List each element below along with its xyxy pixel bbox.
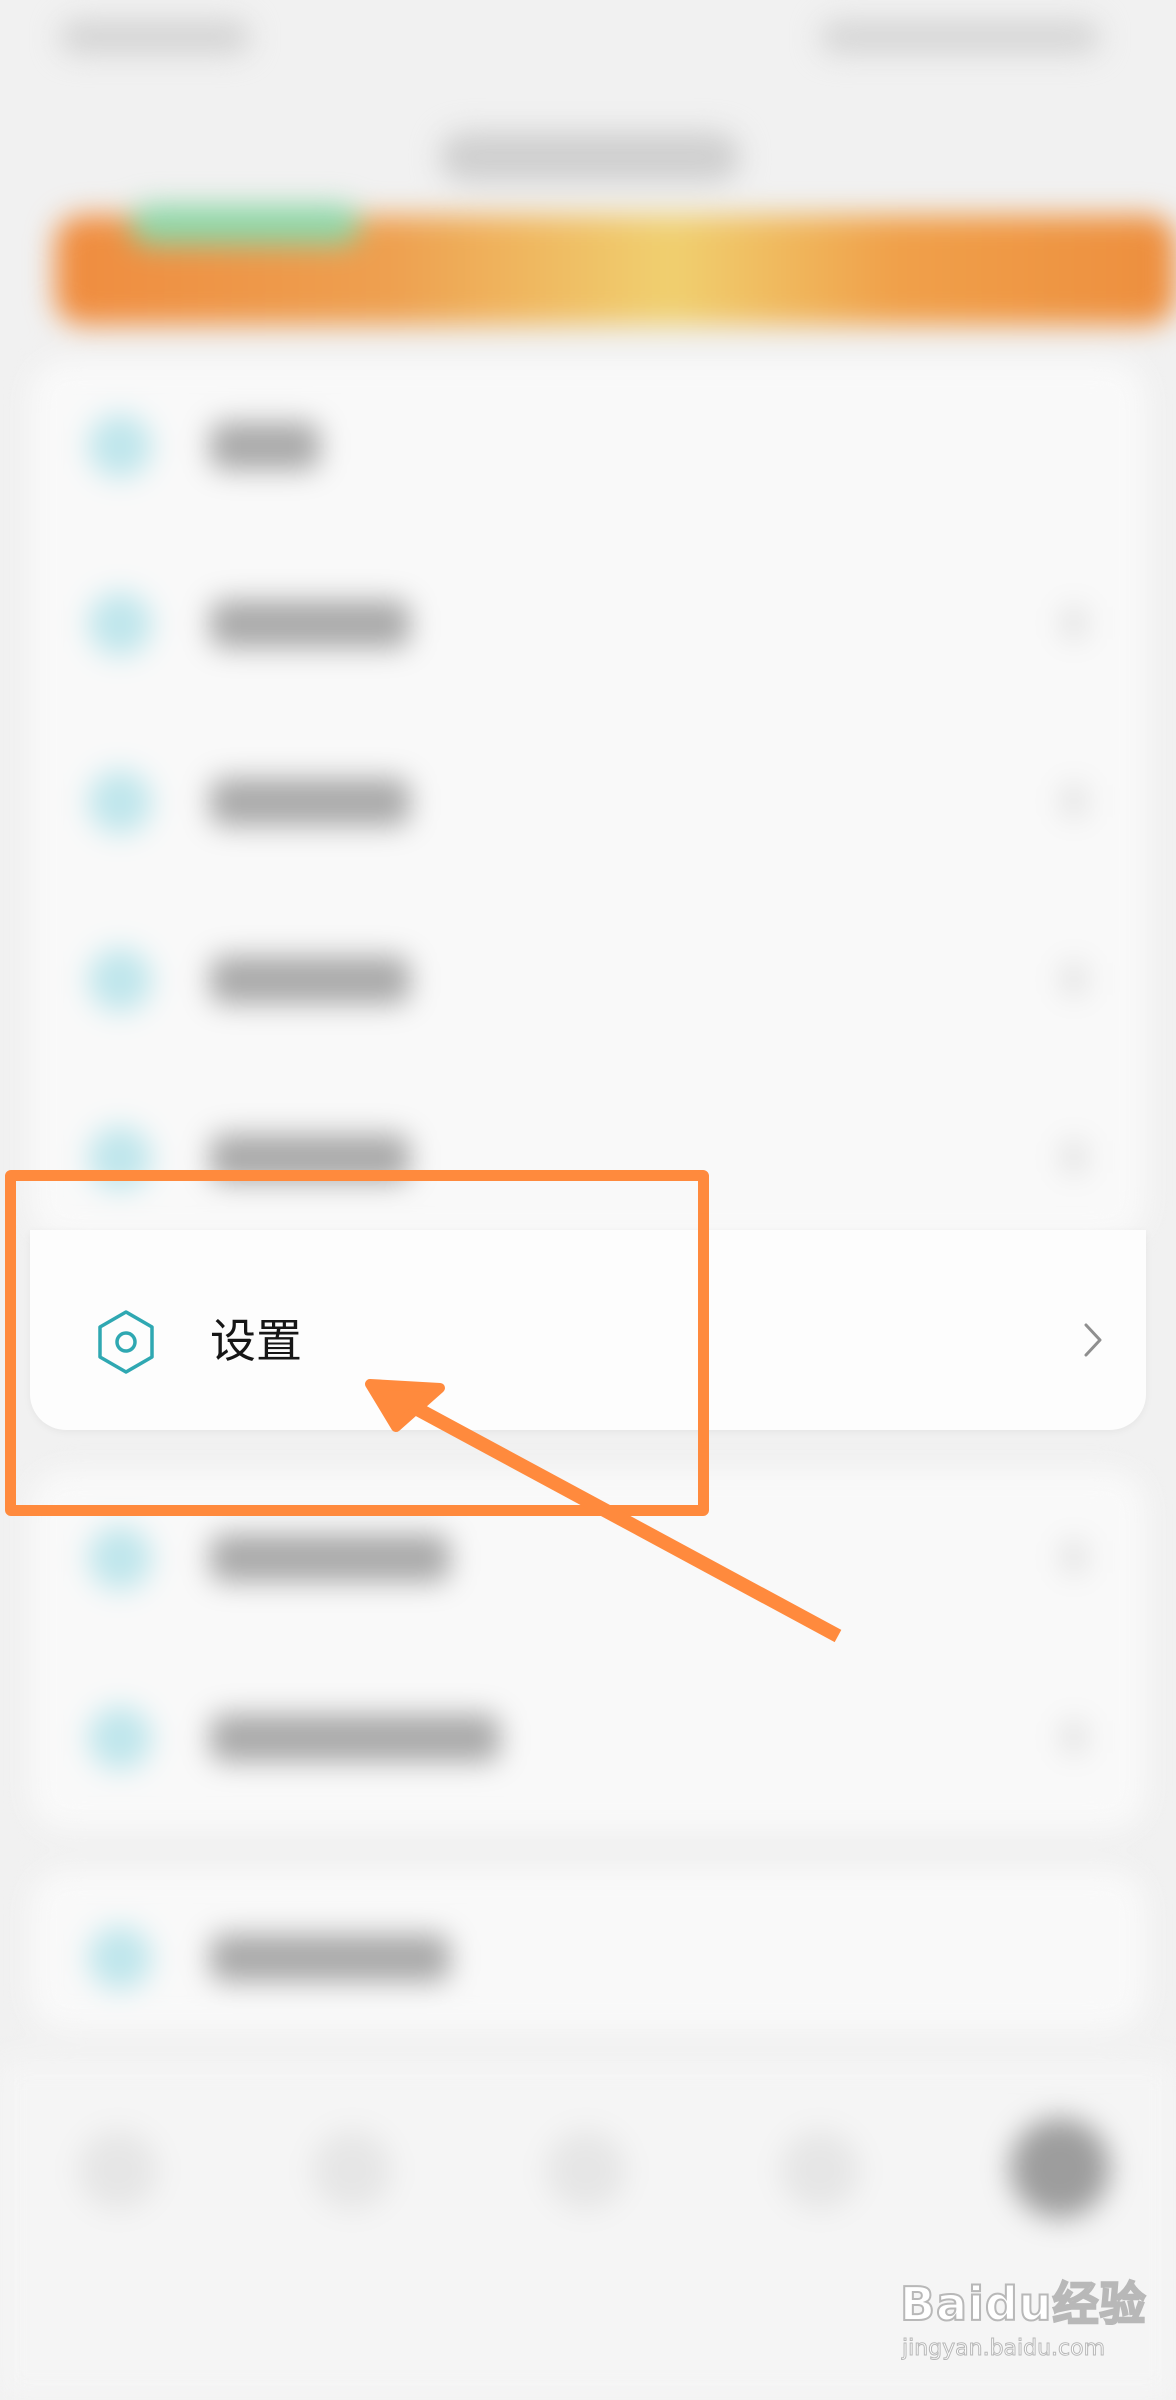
menu-row-blurred [30, 912, 1146, 1032]
menu-row-chevron [1062, 784, 1086, 818]
menu-row-blurred [30, 1890, 1146, 2010]
menu-row-icon [88, 770, 152, 834]
menu-row-label-blurred [210, 600, 410, 648]
annotation-highlight-box [5, 1170, 709, 1516]
menu-row-chevron [1062, 1720, 1086, 1754]
banner-accent [130, 205, 360, 245]
menu-row-icon [88, 1706, 152, 1770]
menu-row-icon [88, 414, 152, 478]
watermark-logo: Baidu经验 [899, 2276, 1147, 2332]
page-title-blurred [440, 132, 740, 182]
menu-row-chevron [1062, 962, 1086, 996]
menu-row-chevron [1062, 1540, 1086, 1574]
nav-tab-icon [78, 2130, 158, 2210]
menu-row-blurred [30, 556, 1146, 676]
menu-card-bottom [30, 1870, 1146, 2030]
menu-row-chevron [1062, 606, 1086, 640]
status-bar-left [60, 20, 250, 54]
menu-row-icon [88, 1926, 152, 1990]
menu-row-label-blurred [210, 778, 410, 826]
menu-row-blurred [30, 1670, 1146, 1790]
menu-row-icon [88, 948, 152, 1012]
nav-tab-icon [546, 2130, 626, 2210]
menu-row-label-blurred [210, 956, 410, 1004]
status-bar-right [820, 20, 1100, 54]
menu-row-label-blurred [210, 422, 320, 470]
nav-tab-icon [312, 2130, 392, 2210]
menu-row-blurred [30, 734, 1146, 854]
menu-row-chevron [1062, 1140, 1086, 1174]
watermark-url: jingyan.baidu.com [901, 2336, 1106, 2362]
menu-row-label-blurred [210, 1714, 500, 1762]
menu-row-blurred [30, 378, 1146, 498]
baidu-watermark: Baidu经验 jingyan.baidu.com [899, 2268, 1150, 2388]
nav-avatar [1010, 2118, 1110, 2218]
menu-row-icon [88, 592, 152, 656]
menu-card-top [30, 360, 1146, 1240]
menu-row-label-blurred [210, 1934, 450, 1982]
menu-card-middle [30, 1470, 1146, 1830]
nav-tab-icon [780, 2130, 860, 2210]
chevron-right-icon [1084, 1323, 1102, 1357]
menu-row-label-blurred [210, 1534, 450, 1582]
menu-row-icon [88, 1526, 152, 1590]
